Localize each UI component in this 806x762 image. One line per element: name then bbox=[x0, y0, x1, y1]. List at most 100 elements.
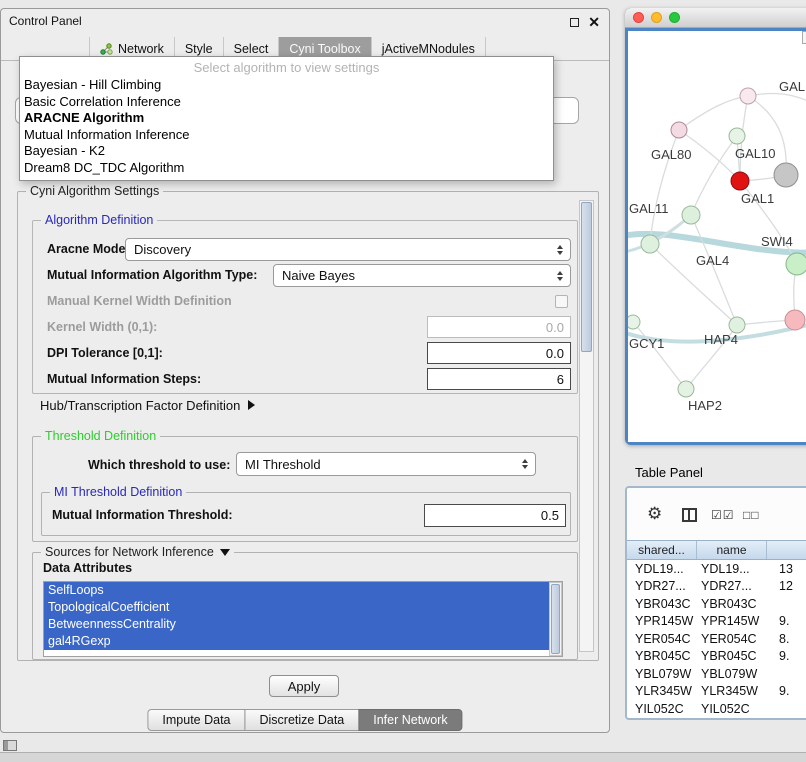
panel-toggle-icon[interactable] bbox=[3, 740, 17, 751]
table-cell: YBL079W bbox=[627, 667, 697, 681]
mi-algorithm-type-combobox[interactable]: Naive Bayes bbox=[273, 264, 571, 287]
data-attributes-list[interactable]: SelfLoopsTopologicalCoefficientBetweenne… bbox=[43, 581, 563, 657]
graph-node[interactable] bbox=[786, 253, 806, 275]
graph-node[interactable] bbox=[678, 381, 694, 397]
node-label-gal11: GAL11 bbox=[629, 201, 669, 216]
kernel-width-field[interactable] bbox=[427, 316, 571, 338]
graph-node[interactable] bbox=[628, 315, 640, 329]
algorithm-option-aracne-algorithm[interactable]: ARACNE Algorithm bbox=[20, 110, 553, 127]
table-row[interactable]: YBR045CYBR045C9. bbox=[627, 648, 806, 666]
zoom-traffic-light-icon[interactable] bbox=[669, 12, 680, 23]
status-strip bbox=[0, 752, 806, 762]
which-threshold-combobox[interactable]: MI Threshold bbox=[236, 452, 536, 476]
algorithm-option-basic-correlation-inference[interactable]: Basic Correlation Inference bbox=[20, 94, 553, 111]
table-cell: YER054C bbox=[627, 632, 697, 646]
network-graph[interactable]: GALGAL80GAL10GAL11GAL1SWI4GAL4GCY1HAP4HA… bbox=[628, 31, 806, 441]
table-row[interactable]: YPR145WYPR145W9. bbox=[627, 613, 806, 631]
table-cell: YER054C bbox=[697, 632, 767, 646]
sources-group: Sources for Network Inference Data Attri… bbox=[32, 552, 578, 660]
graph-node[interactable] bbox=[774, 163, 798, 187]
node-label-hap2: HAP2 bbox=[688, 398, 722, 413]
table-cell: YLR345W bbox=[627, 684, 697, 698]
graph-node[interactable] bbox=[682, 206, 700, 224]
gear-icon[interactable]: ⚙ bbox=[647, 504, 662, 524]
attribute-item-gal4rgexp[interactable]: gal4RGexp bbox=[44, 633, 549, 650]
aracne-mode-label: Aracne Mode: bbox=[47, 242, 130, 256]
select-none-icon[interactable]: □□ bbox=[743, 508, 760, 522]
network-icon bbox=[100, 43, 113, 55]
sources-group-toggle[interactable]: Sources for Network Inference bbox=[41, 545, 234, 559]
table-cell: YIL052C bbox=[697, 702, 767, 716]
network-canvas[interactable]: GALGAL80GAL10GAL11GAL1SWI4GAL4GCY1HAP4HA… bbox=[628, 31, 806, 442]
attribute-item-topologicalcoefficient[interactable]: TopologicalCoefficient bbox=[44, 599, 549, 616]
graph-node[interactable] bbox=[729, 317, 745, 333]
column-header-shared[interactable]: shared... bbox=[627, 541, 697, 559]
table-toolbar: ⚙ ☑☑ □□ bbox=[627, 488, 806, 540]
table-cell: YDR27... bbox=[627, 579, 697, 593]
node-label-gal1: GAL1 bbox=[741, 191, 774, 206]
mi-threshold-field[interactable] bbox=[424, 504, 566, 527]
table-row[interactable]: YDL19...YDL19...13 bbox=[627, 560, 806, 578]
algorithm-option-bayesian-k2[interactable]: Bayesian - K2 bbox=[20, 143, 553, 160]
table-cell: YBL079W bbox=[697, 667, 767, 681]
bottom-tab-infer-network[interactable]: Infer Network bbox=[358, 709, 462, 731]
table-cell: 9. bbox=[767, 614, 806, 628]
list-scrollbar[interactable] bbox=[549, 582, 562, 656]
tab-label: Select bbox=[234, 42, 269, 56]
table-row[interactable]: YIL052CYIL052C bbox=[627, 700, 806, 718]
close-traffic-light-icon[interactable] bbox=[633, 12, 644, 23]
bottom-tab-discretize-data[interactable]: Discretize Data bbox=[245, 709, 360, 731]
manual-kernel-checkbox[interactable] bbox=[555, 295, 568, 308]
bottom-tab-group: Impute DataDiscretize DataInfer Network bbox=[147, 709, 462, 731]
table-cell: YBR045C bbox=[627, 649, 697, 663]
aracne-mode-value: Discovery bbox=[134, 242, 191, 257]
mi-algorithm-type-value: Naive Bayes bbox=[282, 268, 355, 283]
graph-node[interactable] bbox=[641, 235, 659, 253]
network-window-titlebar[interactable] bbox=[625, 8, 806, 28]
control-panel-window: Control Panel ✕ NetworkStyleSelectCyni T… bbox=[0, 8, 610, 733]
attribute-item-selfloops[interactable]: SelfLoops bbox=[44, 582, 549, 599]
algorithm-option-bayesian-hill-climbing[interactable]: Bayesian - Hill Climbing bbox=[20, 77, 553, 94]
aracne-mode-combobox[interactable]: Discovery bbox=[125, 238, 571, 261]
minimize-traffic-light-icon[interactable] bbox=[651, 12, 662, 23]
birdseye-toggle-icon[interactable] bbox=[802, 31, 806, 44]
attribute-item-betweennesscentrality[interactable]: BetweennessCentrality bbox=[44, 616, 549, 633]
column-header-name[interactable]: name bbox=[697, 541, 767, 559]
table-cell: 12 bbox=[767, 579, 806, 593]
apply-button[interactable]: Apply bbox=[269, 675, 339, 697]
graph-node[interactable] bbox=[785, 310, 805, 330]
list-scrollbar-thumb[interactable] bbox=[551, 584, 560, 654]
node-label-gal4: GAL4 bbox=[696, 253, 729, 268]
mi-algorithm-type-label: Mutual Information Algorithm Type: bbox=[47, 268, 257, 282]
settings-scrollbar-thumb[interactable] bbox=[581, 202, 592, 352]
table-cell: 8. bbox=[767, 632, 806, 646]
settings-group-title: Cyni Algorithm Settings bbox=[26, 184, 163, 198]
table-cell: 13 bbox=[767, 562, 806, 576]
graph-node[interactable] bbox=[729, 128, 745, 144]
hub-definition-toggle[interactable]: Hub/Transcription Factor Definition bbox=[40, 398, 255, 413]
graph-edge bbox=[691, 215, 737, 325]
column-selector-icon[interactable] bbox=[682, 508, 697, 522]
settings-scrollbar[interactable] bbox=[579, 200, 594, 652]
algorithm-option-dream8-dc-tdc-algorithm[interactable]: Dream8 DC_TDC Algorithm bbox=[20, 160, 553, 177]
mi-steps-label: Mutual Information Steps: bbox=[47, 372, 201, 386]
graph-node[interactable] bbox=[731, 172, 749, 190]
cyni-algorithm-settings-group: Cyni Algorithm Settings Algorithm Defini… bbox=[17, 191, 599, 661]
table-row[interactable]: YBR043CYBR043C bbox=[627, 595, 806, 613]
select-all-icon[interactable]: ☑☑ bbox=[711, 508, 735, 522]
algorithm-option-mutual-information-inference[interactable]: Mutual Information Inference bbox=[20, 127, 553, 144]
table-row[interactable]: YBL079WYBL079W bbox=[627, 665, 806, 683]
close-icon[interactable]: ✕ bbox=[588, 17, 600, 27]
data-attributes-items: SelfLoopsTopologicalCoefficientBetweenne… bbox=[44, 582, 549, 650]
float-window-icon[interactable] bbox=[570, 18, 579, 27]
mi-steps-field[interactable] bbox=[427, 368, 571, 390]
column-header-extra[interactable] bbox=[767, 541, 806, 559]
graph-node[interactable] bbox=[740, 88, 756, 104]
graph-node[interactable] bbox=[671, 122, 687, 138]
dpi-tolerance-field[interactable] bbox=[427, 342, 571, 364]
table-cell: YBR043C bbox=[627, 597, 697, 611]
table-row[interactable]: YDR27...YDR27...12 bbox=[627, 578, 806, 596]
table-row[interactable]: YER054CYER054C8. bbox=[627, 630, 806, 648]
bottom-tab-impute-data[interactable]: Impute Data bbox=[147, 709, 245, 731]
table-row[interactable]: YLR345WYLR345W9. bbox=[627, 683, 806, 701]
